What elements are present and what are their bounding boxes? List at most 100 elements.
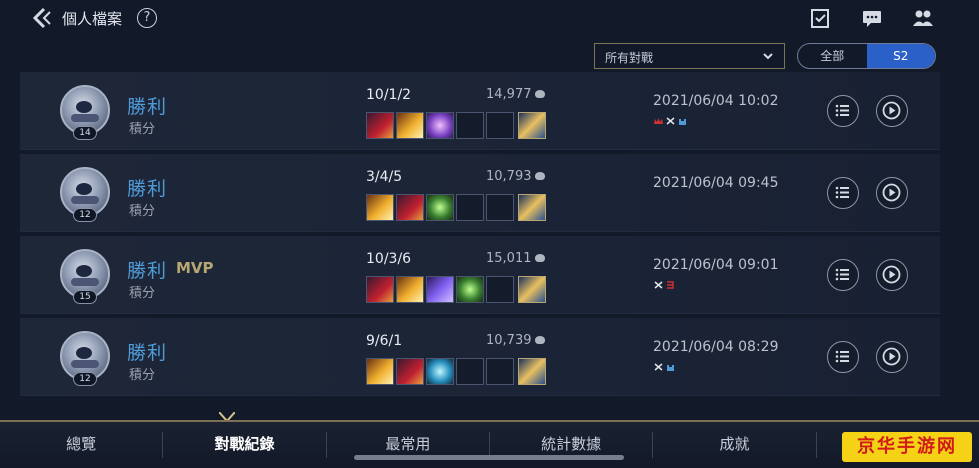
item-empty-slot — [456, 358, 484, 385]
match-replay-button[interactable] — [876, 95, 908, 127]
castle-tag-icon — [679, 119, 686, 125]
item-gold-blade-icon — [366, 194, 394, 221]
home-indicator-bar[interactable] — [354, 455, 624, 460]
match-mode: 積分 — [129, 122, 156, 137]
gold-icon — [534, 90, 545, 98]
tab-achievements[interactable]: 成就 — [653, 422, 815, 468]
item-empty-slot — [486, 276, 514, 303]
top-bar: 個人檔案 ? — [0, 0, 979, 38]
list-icon — [835, 350, 849, 363]
match-replay-button[interactable] — [876, 259, 908, 291]
bottom-nav: 總覽 對戰紀錄 最常用 統計數據 成就 能力 — [0, 420, 979, 468]
spell-gold-icon — [518, 358, 546, 385]
match-gold: 15,011 — [486, 251, 545, 266]
item-build — [366, 112, 546, 139]
hero-level-badge: 14 — [73, 126, 97, 140]
match-result: 勝利 — [127, 178, 168, 200]
spell-gold-icon — [518, 112, 546, 139]
match-row[interactable]: 15 勝利 MVP 積分 10/3/6 15,011 2021/06/04 09… — [20, 236, 940, 314]
match-datetime: 2021/06/04 10:02 — [653, 93, 779, 109]
item-red-blade-icon — [366, 112, 394, 139]
triple-kill-tag-icon — [667, 281, 674, 289]
item-build — [366, 276, 546, 303]
match-mode: 積分 — [129, 204, 156, 219]
match-gold: 10,739 — [486, 333, 545, 348]
replay-icon — [882, 347, 901, 366]
match-datetime: 2021/06/04 09:45 — [653, 175, 779, 191]
match-datetime: 2021/06/04 08:29 — [653, 339, 779, 355]
mode-filter-value: 所有對戰 — [605, 51, 654, 65]
gold-value: 15,011 — [486, 251, 532, 266]
match-mode: 積分 — [129, 368, 156, 383]
spell-gold-icon — [518, 194, 546, 221]
help-icon[interactable]: ? — [137, 8, 157, 28]
match-detail-button[interactable] — [827, 341, 859, 373]
gold-icon — [534, 172, 545, 180]
list-icon — [835, 268, 849, 281]
chat-icon[interactable] — [861, 8, 883, 28]
item-build — [366, 358, 546, 385]
item-gold-blade-icon — [396, 276, 424, 303]
friends-icon[interactable] — [912, 8, 934, 28]
match-row[interactable]: 14 勝利 積分 10/1/2 14,977 2021/06/04 10:02 — [20, 72, 940, 150]
back-icon[interactable] — [30, 6, 52, 30]
swords-tag-icon — [666, 117, 675, 125]
tab-match-history[interactable]: 對戰紀錄 — [163, 422, 325, 468]
tab-statistics[interactable]: 統計數據 — [490, 422, 652, 468]
match-kda: 10/1/2 — [366, 87, 412, 103]
item-build — [366, 194, 546, 221]
watermark: 京华手游网 — [842, 432, 972, 462]
match-detail-button[interactable] — [827, 95, 859, 127]
item-empty-slot — [456, 112, 484, 139]
mode-filter-select[interactable]: 所有對戰 — [594, 43, 785, 69]
item-blue-cloak-icon — [426, 358, 454, 385]
tab-most-used[interactable]: 最常用 — [327, 422, 489, 468]
list-icon — [835, 104, 849, 117]
season-option-s2[interactable]: S2 — [866, 44, 935, 68]
gold-value: 14,977 — [486, 87, 532, 102]
match-replay-button[interactable] — [876, 177, 908, 209]
swords-tag-icon — [654, 363, 663, 371]
match-gold: 14,977 — [486, 87, 545, 102]
item-empty-slot — [486, 194, 514, 221]
match-mode: 積分 — [129, 286, 156, 301]
item-gold-blade-icon — [396, 112, 424, 139]
castle-tag-icon — [667, 365, 674, 371]
tab-overview[interactable]: 總覽 — [0, 422, 162, 468]
checklist-icon[interactable] — [809, 8, 831, 28]
match-detail-button[interactable] — [827, 259, 859, 291]
match-kda: 3/4/5 — [366, 169, 403, 185]
match-result: 勝利 — [127, 260, 168, 282]
season-toggle[interactable]: 全部 S2 — [797, 43, 936, 69]
replay-icon — [882, 265, 901, 284]
list-icon — [835, 186, 849, 199]
gold-value: 10,793 — [486, 169, 532, 184]
hero-level-badge: 12 — [73, 208, 97, 222]
match-row[interactable]: 12 勝利 積分 3/4/5 10,793 2021/06/04 09:45 — [20, 154, 940, 232]
item-green-orb-icon — [456, 276, 484, 303]
hero-level-badge: 15 — [73, 290, 97, 304]
match-tags — [654, 363, 675, 371]
item-empty-slot — [486, 358, 514, 385]
hero-level-badge: 12 — [73, 372, 97, 386]
item-green-orb-icon — [426, 194, 454, 221]
match-replay-button[interactable] — [876, 341, 908, 373]
match-list: 14 勝利 積分 10/1/2 14,977 2021/06/04 10:02 — [20, 72, 940, 400]
match-tags — [654, 281, 675, 289]
page-title: 個人檔案 — [62, 10, 123, 28]
gold-icon — [534, 336, 545, 344]
match-row[interactable]: 12 勝利 積分 9/6/1 10,739 2021/06/04 08:29 — [20, 318, 940, 396]
swords-tag-icon — [654, 281, 663, 289]
gold-value: 10,739 — [486, 333, 532, 348]
item-red-blade-icon — [396, 194, 424, 221]
match-result: 勝利 — [127, 342, 168, 364]
replay-icon — [882, 183, 901, 202]
item-red-blade-icon — [396, 358, 424, 385]
item-purple-orb-icon — [426, 112, 454, 139]
match-detail-button[interactable] — [827, 177, 859, 209]
season-option-all[interactable]: 全部 — [798, 44, 867, 68]
item-empty-slot — [486, 112, 514, 139]
match-result: 勝利 — [127, 96, 168, 118]
item-purple-staff-icon — [426, 276, 454, 303]
match-datetime: 2021/06/04 09:01 — [653, 257, 779, 273]
